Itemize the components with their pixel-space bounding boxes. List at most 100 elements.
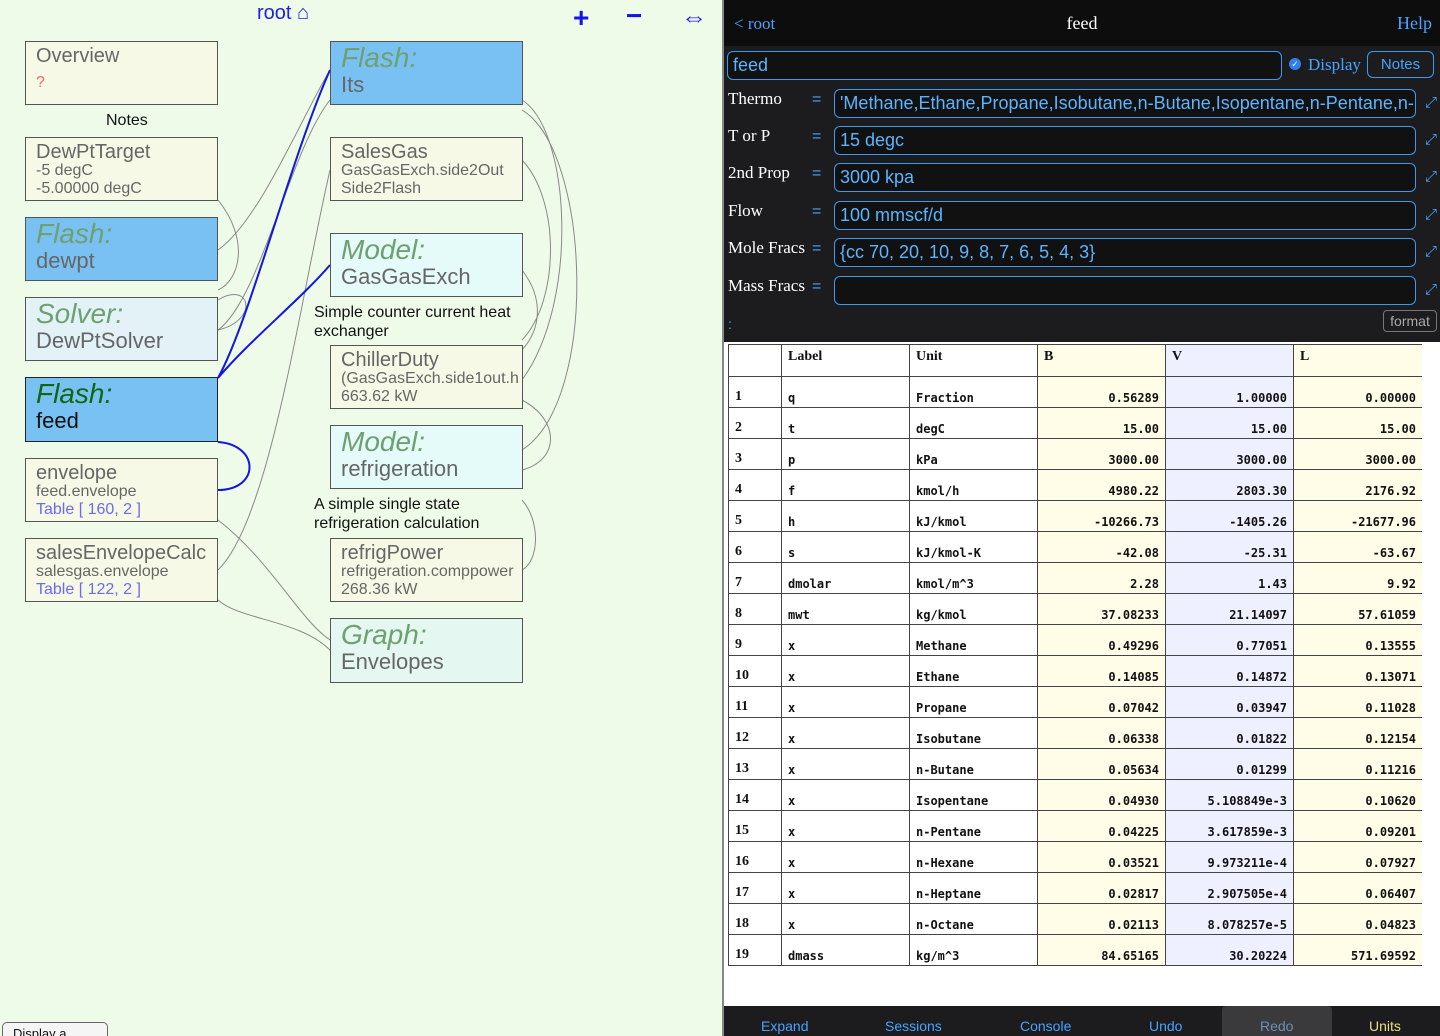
value-v[interactable]: 0.01822 xyxy=(1165,717,1294,749)
thermo-field[interactable]: 'Methane,Ethane,Propane,Isobutane,n-Buta… xyxy=(834,89,1416,118)
row-index[interactable]: 1 xyxy=(728,376,782,408)
value-b[interactable]: 0.07042 xyxy=(1037,686,1166,718)
row-index[interactable]: 5 xyxy=(728,500,782,532)
value-v[interactable]: 21.14097 xyxy=(1165,593,1294,625)
row-label[interactable]: x xyxy=(781,655,910,687)
value-l[interactable]: 2176.92 xyxy=(1293,469,1422,501)
node-envelope[interactable]: envelope feed.envelope Table [ 160, 2 ] xyxy=(25,458,218,522)
row-label[interactable]: x xyxy=(781,748,910,780)
row-index[interactable]: 7 xyxy=(728,562,782,594)
row-label[interactable]: p xyxy=(781,438,910,470)
value-b[interactable]: 0.14085 xyxy=(1037,655,1166,687)
value-l[interactable]: 0.09201 xyxy=(1293,810,1422,842)
value-l[interactable]: 0.04823 xyxy=(1293,903,1422,935)
row-unit[interactable]: n-Butane xyxy=(909,748,1038,780)
row-index[interactable]: 19 xyxy=(728,934,782,966)
tab-console[interactable]: Console xyxy=(1020,1018,1071,1034)
value-v[interactable]: 5.108849e-3 xyxy=(1165,779,1294,811)
column-header[interactable]: L xyxy=(1293,344,1422,377)
row-index[interactable]: 15 xyxy=(728,810,782,842)
row-unit[interactable]: kJ/kmol xyxy=(909,500,1038,532)
node-sales-gas[interactable]: SalesGas GasGasExch.side2Out Side2Flash xyxy=(330,137,523,201)
expand-icon[interactable]: ⤢ xyxy=(1425,94,1437,111)
value-v[interactable]: 0.01299 xyxy=(1165,748,1294,780)
expand-icon[interactable]: ⤢ xyxy=(1425,206,1437,223)
second-prop-field[interactable]: 3000 kpa xyxy=(834,163,1416,192)
value-b[interactable]: -10266.73 xyxy=(1037,500,1166,532)
expand-icon[interactable]: ⤢ xyxy=(1425,168,1437,185)
results-table-container[interactable]: Label Unit B V L 1 q Fraction 0.56289 1.00000 0.00… xyxy=(728,344,1422,986)
value-b[interactable]: 0.03521 xyxy=(1037,841,1166,873)
value-v[interactable]: 30.20224 xyxy=(1165,934,1294,966)
table-link[interactable]: Table [ 122, 2 ] xyxy=(26,581,217,599)
row-index[interactable]: 11 xyxy=(728,686,782,718)
value-l[interactable]: 0.13071 xyxy=(1293,655,1422,687)
column-header[interactable]: V xyxy=(1165,344,1294,377)
value-l[interactable]: 0.12154 xyxy=(1293,717,1422,749)
value-b[interactable]: 2.28 xyxy=(1037,562,1166,594)
expand-icon[interactable]: ⤢ xyxy=(1425,243,1437,260)
value-l[interactable]: 9.92 xyxy=(1293,562,1422,594)
row-unit[interactable]: kg/kmol xyxy=(909,593,1038,625)
value-v[interactable]: 8.078257e-5 xyxy=(1165,903,1294,935)
row-label[interactable]: dmass xyxy=(781,934,910,966)
name-field[interactable]: feed xyxy=(727,51,1282,80)
row-index[interactable]: 14 xyxy=(728,779,782,811)
row-label[interactable]: x xyxy=(781,872,910,904)
t-or-p-field[interactable]: 15 degc xyxy=(834,126,1416,155)
row-unit[interactable]: kmol/h xyxy=(909,469,1038,501)
node-model-refrigeration[interactable]: Model: refrigeration xyxy=(330,425,523,489)
row-index[interactable]: 6 xyxy=(728,531,782,563)
value-v[interactable]: 0.14872 xyxy=(1165,655,1294,687)
row-label[interactable]: x xyxy=(781,717,910,749)
value-l[interactable]: 0.11028 xyxy=(1293,686,1422,718)
table-link[interactable]: Table [ 160, 2 ] xyxy=(26,501,217,519)
node-flash-feed[interactable]: Flash: feed xyxy=(25,377,218,442)
row-unit[interactable]: kPa xyxy=(909,438,1038,470)
flow-field[interactable]: 100 mmscf/d xyxy=(834,201,1416,230)
value-v[interactable]: 9.973211e-4 xyxy=(1165,841,1294,873)
value-b[interactable]: 37.08233 xyxy=(1037,593,1166,625)
row-index[interactable]: 18 xyxy=(728,903,782,935)
row-label[interactable]: s xyxy=(781,531,910,563)
node-graph-envelopes[interactable]: Graph: Envelopes xyxy=(330,618,523,683)
value-v[interactable]: 2803.30 xyxy=(1165,469,1294,501)
tab-sessions[interactable]: Sessions xyxy=(885,1018,942,1034)
node-dewpt-target[interactable]: DewPtTarget -5 degC -5.00000 degC xyxy=(25,137,218,201)
value-b[interactable]: -42.08 xyxy=(1037,531,1166,563)
value-l[interactable]: 0.13555 xyxy=(1293,624,1422,656)
node-chiller-duty[interactable]: ChillerDuty (GasGasExch.side1out.h 663.6… xyxy=(330,345,523,409)
column-header[interactable]: Unit xyxy=(909,344,1038,377)
row-index[interactable]: 12 xyxy=(728,717,782,749)
value-b[interactable]: 0.02113 xyxy=(1037,903,1166,935)
node-flash-dewpt[interactable]: Flash: dewpt xyxy=(25,217,218,281)
node-sales-envelope-calc[interactable]: salesEnvelopeCalc salesgas.envelope Tabl… xyxy=(25,538,218,602)
row-label[interactable]: h xyxy=(781,500,910,532)
row-index[interactable]: 9 xyxy=(728,624,782,656)
value-b[interactable]: 0.05634 xyxy=(1037,748,1166,780)
row-index[interactable]: 4 xyxy=(728,469,782,501)
value-b[interactable]: 0.04225 xyxy=(1037,810,1166,842)
value-v[interactable]: 1.43 xyxy=(1165,562,1294,594)
row-label[interactable]: x xyxy=(781,903,910,935)
value-l[interactable]: -21677.96 xyxy=(1293,500,1422,532)
column-header[interactable] xyxy=(728,344,782,377)
value-v[interactable]: 3.617859e-3 xyxy=(1165,810,1294,842)
format-button[interactable]: format xyxy=(1383,310,1437,332)
value-b[interactable]: 4980.22 xyxy=(1037,469,1166,501)
swap-panes-button[interactable]: ⇔ xyxy=(681,4,707,30)
value-v[interactable]: 0.77051 xyxy=(1165,624,1294,656)
row-unit[interactable]: degC xyxy=(909,407,1038,439)
value-v[interactable]: 0.03947 xyxy=(1165,686,1294,718)
value-v[interactable]: -1405.26 xyxy=(1165,500,1294,532)
value-l[interactable]: 0.07927 xyxy=(1293,841,1422,873)
row-unit[interactable]: Ethane xyxy=(909,655,1038,687)
row-label[interactable]: t xyxy=(781,407,910,439)
value-l[interactable]: -63.67 xyxy=(1293,531,1422,563)
row-label[interactable]: q xyxy=(781,376,910,408)
value-v[interactable]: 15.00 xyxy=(1165,407,1294,439)
row-label[interactable]: x xyxy=(781,810,910,842)
row-index[interactable]: 2 xyxy=(728,407,782,439)
value-v[interactable]: 2.907505e-4 xyxy=(1165,872,1294,904)
node-overview[interactable]: Overview ? xyxy=(25,41,218,105)
